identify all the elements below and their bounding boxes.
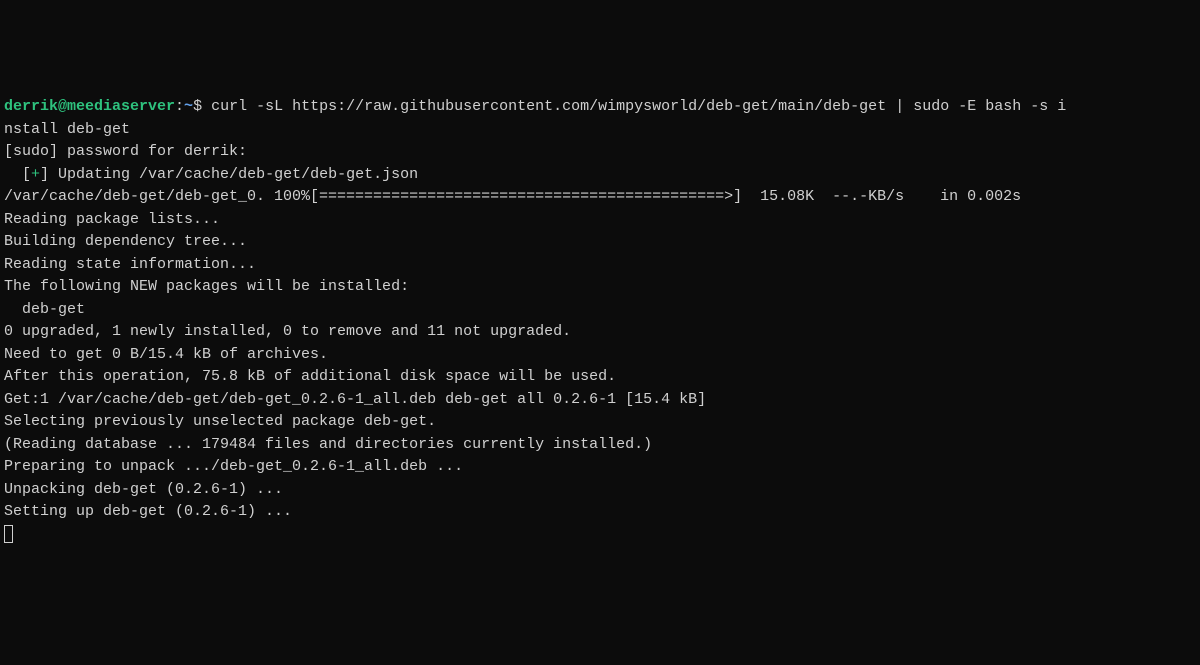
- terminal-output[interactable]: derrik@meediaserver:~$ curl -sL https://…: [4, 96, 1196, 546]
- output-line-prefix: [: [4, 166, 31, 183]
- output-line: /var/cache/deb-get/deb-get_0. 100%[=====…: [4, 186, 1196, 209]
- prompt-colon: :: [175, 98, 184, 115]
- prompt-path: ~: [184, 98, 193, 115]
- output-line: (Reading database ... 179484 files and d…: [4, 434, 1196, 457]
- output-line: Reading state information...: [4, 254, 1196, 277]
- output-line: The following NEW packages will be insta…: [4, 276, 1196, 299]
- output-line: deb-get: [4, 299, 1196, 322]
- prompt-user-host: derrik@meediaserver: [4, 98, 175, 115]
- output-line: Reading package lists...: [4, 209, 1196, 232]
- output-line: Unpacking deb-get (0.2.6-1) ...: [4, 479, 1196, 502]
- output-line: Get:1 /var/cache/deb-get/deb-get_0.2.6-1…: [4, 389, 1196, 412]
- output-line: Preparing to unpack .../deb-get_0.2.6-1_…: [4, 456, 1196, 479]
- output-line: Building dependency tree...: [4, 231, 1196, 254]
- output-line: After this operation, 75.8 kB of additio…: [4, 366, 1196, 389]
- prompt-dollar: $: [193, 98, 202, 115]
- cursor-icon: [4, 525, 13, 543]
- output-line: 0 upgraded, 1 newly installed, 0 to remo…: [4, 321, 1196, 344]
- output-line-suffix: ] Updating /var/cache/deb-get/deb-get.js…: [40, 166, 418, 183]
- plus-icon: +: [31, 166, 40, 183]
- output-line: [sudo] password for derrik:: [4, 141, 1196, 164]
- output-line: Need to get 0 B/15.4 kB of archives.: [4, 344, 1196, 367]
- output-line: nstall deb-get: [4, 119, 1196, 142]
- command-text: curl -sL https://raw.githubusercontent.c…: [202, 98, 1066, 115]
- output-line: Setting up deb-get (0.2.6-1) ...: [4, 501, 1196, 524]
- output-line: Selecting previously unselected package …: [4, 411, 1196, 434]
